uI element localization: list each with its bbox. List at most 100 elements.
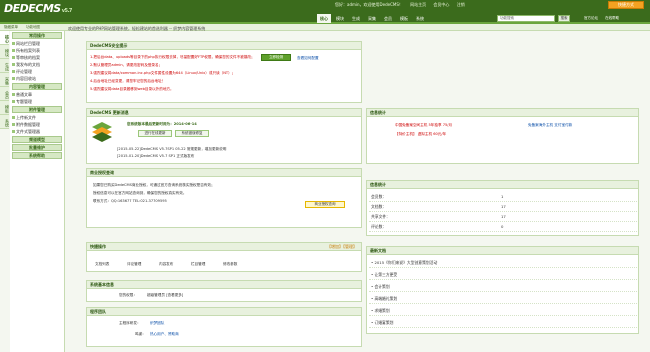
messages-title: 信息统计: [367, 109, 638, 117]
shortcut-manage[interactable]: 【增加】【管理】: [327, 243, 357, 251]
nav-module[interactable]: 模块: [333, 14, 347, 23]
vtab-generate[interactable]: 生成: [0, 59, 10, 73]
vtab-system[interactable]: 系统: [0, 115, 10, 129]
sidebar-item[interactable]: 普通文章: [10, 91, 64, 98]
vtab-member[interactable]: 会员: [0, 87, 10, 101]
sidebar-item[interactable]: 专题管理: [10, 98, 64, 105]
shortcut-item[interactable]: 评论管理: [127, 262, 141, 267]
security-panel: DedeCMS安全提示 1.把后台data、uploads等目录下的php执行权…: [86, 41, 362, 103]
security-line-1: 1.把后台data、uploads等目录下的php执行权限去掉，尽量配置好FTP…: [90, 55, 255, 59]
version-text: 您系统版本最后更新时间为：2014-06-14: [127, 122, 197, 126]
home-link[interactable]: 网站主页: [410, 2, 426, 7]
sidebar-item[interactable]: 所有档案列表: [10, 47, 64, 54]
shortcut-item[interactable]: 文档列表: [95, 262, 109, 267]
update-panel: DedeCMS 更新消息 您系统版本最后更新时间为：2014-06-14 进行在…: [86, 108, 362, 164]
commercial-line-2: 授权信息可以在官方网站查询到，确保您的授权真实有效。: [93, 191, 187, 195]
config-link[interactable]: 查看如何配置: [297, 56, 319, 61]
bug-fix-button[interactable]: 系统错误修复: [175, 130, 209, 137]
doc-item[interactable]: • 2015《你们来说》大型创意策划活动: [369, 258, 637, 268]
stat-row: 文档数： 17: [369, 202, 637, 212]
commercial-title: 商业授权查询: [87, 169, 361, 177]
sidebar-item[interactable]: 等审核的档案: [10, 54, 64, 61]
sidebar-item[interactable]: 网站栏目管理: [10, 40, 64, 47]
team-title: 程序团队: [87, 308, 361, 316]
logo[interactable]: DEDECMSv5.7: [4, 2, 72, 15]
function-map-link[interactable]: 功能地图: [26, 25, 40, 30]
sysinfo-label: 您的权限：: [119, 293, 137, 297]
ad-link-3[interactable]: 【特价主机】 虚拟主机 60元/年: [395, 132, 446, 137]
security-line-2: 2.默认管理员admin，请更改密码及登录名；: [90, 63, 163, 67]
doc-item[interactable]: • 会计策划: [369, 282, 637, 292]
ad-link-1[interactable]: 中国免备案空间主机 5年独享 75/月: [395, 123, 452, 128]
sidebar-section-channel[interactable]: 频道模型: [12, 136, 62, 143]
sidebar-item[interactable]: 文件式管理器: [10, 128, 64, 135]
search-button[interactable]: 搜索: [558, 15, 570, 22]
nav-system[interactable]: 系统: [413, 14, 427, 23]
stat-row: 评论数： 0: [369, 222, 637, 232]
sidebar-section-attach[interactable]: 附件管理: [12, 106, 62, 113]
update-news-2[interactable]: [2015-01-20]DedeCMS V5.7 SP1 正式版发布: [117, 154, 194, 159]
top-header: DEDECMSv5.7 您好：admin，欢迎使用DedeCMS！ 网站主页 会…: [0, 0, 650, 24]
vtab-core[interactable]: 核心: [0, 31, 10, 45]
commercial-query-button[interactable]: 商业授权查询: [305, 201, 345, 208]
sidebar-section-help[interactable]: 系统帮助: [12, 152, 62, 159]
stats-title: 信息统计: [367, 181, 638, 189]
online-update-button[interactable]: 进行在线更新: [138, 130, 172, 137]
sidebar-item[interactable]: 附件数据管理: [10, 121, 64, 128]
nav-template[interactable]: 模板: [397, 14, 411, 23]
check-now-button[interactable]: 立即检测: [261, 54, 291, 61]
nav-core[interactable]: 核心: [317, 14, 331, 23]
user-greeting: 您好：admin，欢迎使用DedeCMS！: [335, 2, 403, 7]
vtab-module[interactable]: 模块: [0, 45, 10, 59]
shortcut-panel: 快捷操作 【增加】【管理】 文档列表 评论管理 内容发布 栏目管理 修改参数: [86, 242, 362, 272]
sidebar-item[interactable]: 内容回收站: [10, 75, 64, 82]
nav-collect[interactable]: 采集: [365, 14, 379, 23]
update-title: DedeCMS 更新消息: [87, 109, 361, 117]
security-line-5: 5.强烈建议将data目录搬移到web目录以外的地方。: [90, 87, 174, 91]
shortcut-item[interactable]: 栏目管理: [191, 262, 205, 267]
doc-item[interactable]: • 求婚策划: [369, 306, 637, 316]
stats-panel: 信息统计 会员数： 1 文档数： 17 共享文件： 17 评论数： 0: [366, 180, 639, 236]
sidebar-section-batch[interactable]: 批量维护: [12, 144, 62, 151]
shortcut-button[interactable]: 快捷方式: [608, 1, 644, 9]
member-center-link[interactable]: 会员中心: [433, 2, 449, 7]
team-value-2[interactable]: 热心用户、赞助商: [150, 332, 179, 337]
forum-link[interactable]: 官方论坛: [584, 16, 598, 20]
stat-row: 会员数： 1: [369, 192, 637, 202]
sidebar-item[interactable]: 上传新文件: [10, 114, 64, 121]
shortcut-item[interactable]: 修改参数: [223, 262, 237, 267]
doc-item[interactable]: • 订婚宴策划: [369, 318, 637, 328]
hide-menu-link[interactable]: 隐藏菜单: [4, 25, 18, 30]
team-label-1: 主程序研发：: [119, 321, 141, 325]
commercial-line-1: 如果您已购买DedeCMS商业授权，可通过官方查询系统核实授权是否有效；: [93, 183, 215, 187]
welcome-text: 欢迎使用专业的PHP网站管理系统，轻松建站的首选利器 -- 织梦内容管理系统: [68, 26, 206, 31]
shortcut-item[interactable]: 内容发布: [159, 262, 173, 267]
logout-link[interactable]: 注销: [457, 2, 465, 7]
help-link[interactable]: 在线帮助: [605, 16, 619, 20]
nav-generate[interactable]: 生成: [349, 14, 363, 23]
top-links: 您好：admin，欢迎使用DedeCMS！ 网站主页 会员中心 注销: [335, 2, 471, 8]
commercial-line-3: 联系方式：QQ:163677 TEL:021-37709595: [93, 199, 167, 203]
update-logo-icon: [91, 121, 113, 143]
sysinfo-value: 超级管理员 [查看更多]: [147, 293, 184, 297]
sysinfo-title: 系统基本信息: [87, 281, 361, 289]
nav-member[interactable]: 会员: [381, 14, 395, 23]
sidebar-item[interactable]: 我发布的文档: [10, 61, 64, 68]
shortcut-title: 快捷操作 【增加】【管理】: [87, 243, 361, 251]
doc-item[interactable]: • 让第三方更受: [369, 270, 637, 280]
ad-link-2[interactable]: 免备案海外主机 支付宝付款: [528, 123, 572, 128]
docs-title: 最新文档: [367, 247, 638, 255]
security-title: DedeCMS安全提示: [87, 42, 361, 50]
team-value-1[interactable]: 织梦团队: [150, 321, 164, 326]
vertical-tabs: 核心 模块 生成 采集 会员 模板 系统: [0, 31, 10, 129]
vtab-template[interactable]: 模板: [0, 101, 10, 115]
sidebar-item[interactable]: 评论管理: [10, 68, 64, 75]
search-input[interactable]: 功能搜索: [497, 15, 555, 22]
update-news-1[interactable]: [2015-05-22]DedeCMS V5.7SP1 05-22 常规更新，增…: [117, 147, 226, 152]
security-line-4: 4.后台地址已经变更，请您牢记您的后台地址！: [90, 79, 166, 83]
sidebar-section-content[interactable]: 内容管理: [12, 83, 62, 90]
sidebar-section-common[interactable]: 常用操作: [12, 32, 62, 39]
vtab-collect[interactable]: 采集: [0, 73, 10, 87]
doc-item[interactable]: • 高端婚礼策划: [369, 294, 637, 304]
right-links: 官方论坛 在线帮助: [578, 16, 619, 21]
